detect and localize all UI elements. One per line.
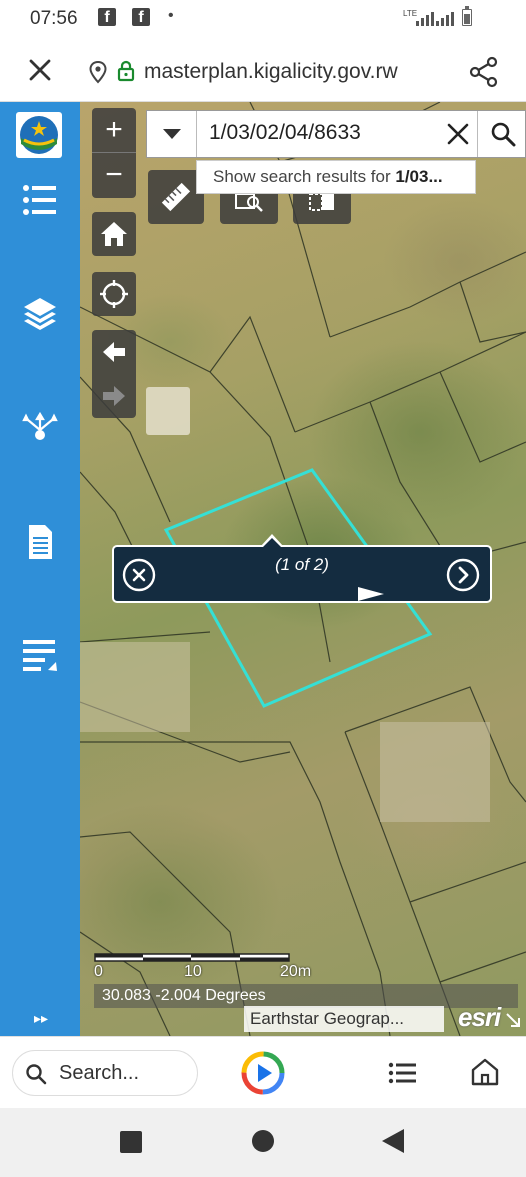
app-sidebar: ▸▸	[0, 102, 80, 1036]
city-logo-icon	[16, 112, 62, 158]
more-notifications-icon: •	[168, 7, 174, 24]
map-attribution[interactable]: Earthstar Geograp...	[244, 1006, 444, 1032]
status-bar: 07:56 f f • LTE	[0, 0, 526, 38]
map-search-box: 1/03/02/04/8633	[146, 110, 526, 158]
scale-label: 0	[94, 963, 103, 980]
locate-button[interactable]	[92, 272, 136, 316]
arrow-right-icon	[103, 386, 125, 406]
share-icon[interactable]	[468, 56, 500, 88]
building-roof	[380, 722, 490, 822]
scale-label: 20m	[280, 963, 312, 980]
legend-list-icon[interactable]	[20, 180, 60, 220]
building-roof	[146, 387, 190, 435]
next-feature-icon[interactable]	[446, 558, 480, 592]
lte-label: LTE	[403, 9, 418, 18]
browser-toolbar: masterplan.kigalicity.gov.rw	[0, 38, 526, 102]
chevron-down-icon	[162, 129, 181, 139]
facebook-icon: f	[132, 8, 150, 26]
layers-icon[interactable]	[20, 294, 60, 334]
home-icon[interactable]	[470, 1057, 500, 1087]
signal-icon	[416, 10, 438, 26]
facebook-icon: f	[98, 8, 116, 26]
zoom-out-button[interactable]: −	[92, 152, 136, 196]
signal-icon	[436, 10, 458, 26]
system-navigation-bar	[0, 1108, 526, 1177]
browser-search-placeholder: Search...	[59, 1062, 140, 1084]
search-icon	[26, 1064, 47, 1085]
zoom-in-button[interactable]: +	[92, 108, 136, 152]
arrow-left-icon	[103, 342, 125, 362]
document-icon[interactable]	[20, 522, 60, 562]
coordinate-readout: 30.083 -2.004 Degrees	[94, 984, 518, 1008]
popup-title: (1 of 2)	[275, 555, 329, 574]
recent-apps-button[interactable]	[120, 1131, 142, 1153]
google-play-icon[interactable]	[240, 1050, 286, 1096]
suggestion-prefix: Show search results for	[213, 167, 396, 186]
location-pin-icon	[89, 60, 107, 84]
extent-navigation	[92, 330, 136, 418]
share-network-icon[interactable]	[20, 408, 60, 448]
home-button[interactable]	[92, 212, 136, 256]
zoom-to-feature-icon[interactable]	[358, 587, 384, 601]
next-extent-button[interactable]	[92, 374, 136, 418]
search-suggestion[interactable]: Show search results for 1/03...	[196, 160, 476, 194]
popup-pointer-inner	[262, 538, 282, 548]
home-system-button[interactable]	[252, 1130, 274, 1152]
battery-icon	[462, 6, 472, 26]
tab-list-icon[interactable]	[388, 1059, 418, 1087]
search-button[interactable]	[477, 111, 526, 157]
edit-list-icon[interactable]	[20, 634, 60, 674]
lock-icon[interactable]	[117, 60, 135, 82]
feature-popup: (1 of 2)	[112, 534, 492, 603]
scale-bar: 0 10 20m	[94, 952, 334, 982]
scale-label: 10	[184, 963, 202, 980]
building-roof	[80, 642, 190, 732]
browser-bottom-bar: Search...	[0, 1036, 526, 1108]
back-button[interactable]	[382, 1129, 404, 1153]
zoom-control: + −	[92, 108, 136, 198]
expand-sidebar-icon[interactable]: ▸▸	[34, 1010, 48, 1027]
clear-search-icon[interactable]	[445, 121, 471, 147]
browser-search-box[interactable]: Search...	[12, 1050, 198, 1096]
esri-logo: esri	[458, 1002, 501, 1032]
search-icon	[491, 122, 515, 147]
url-text[interactable]: masterplan.kigalicity.gov.rw	[144, 60, 398, 84]
ruler-icon	[161, 182, 191, 212]
search-input[interactable]: 1/03/02/04/8633	[209, 121, 361, 145]
resize-handle-icon[interactable]	[505, 1012, 521, 1028]
search-source-dropdown[interactable]	[147, 111, 197, 157]
close-tab-icon[interactable]	[26, 56, 54, 84]
home-icon	[101, 222, 127, 246]
clock: 07:56	[30, 8, 78, 29]
close-popup-icon[interactable]	[122, 558, 156, 592]
locate-crosshair-icon	[100, 280, 128, 308]
previous-extent-button[interactable]	[92, 330, 136, 374]
suggestion-term: 1/03...	[395, 167, 443, 186]
